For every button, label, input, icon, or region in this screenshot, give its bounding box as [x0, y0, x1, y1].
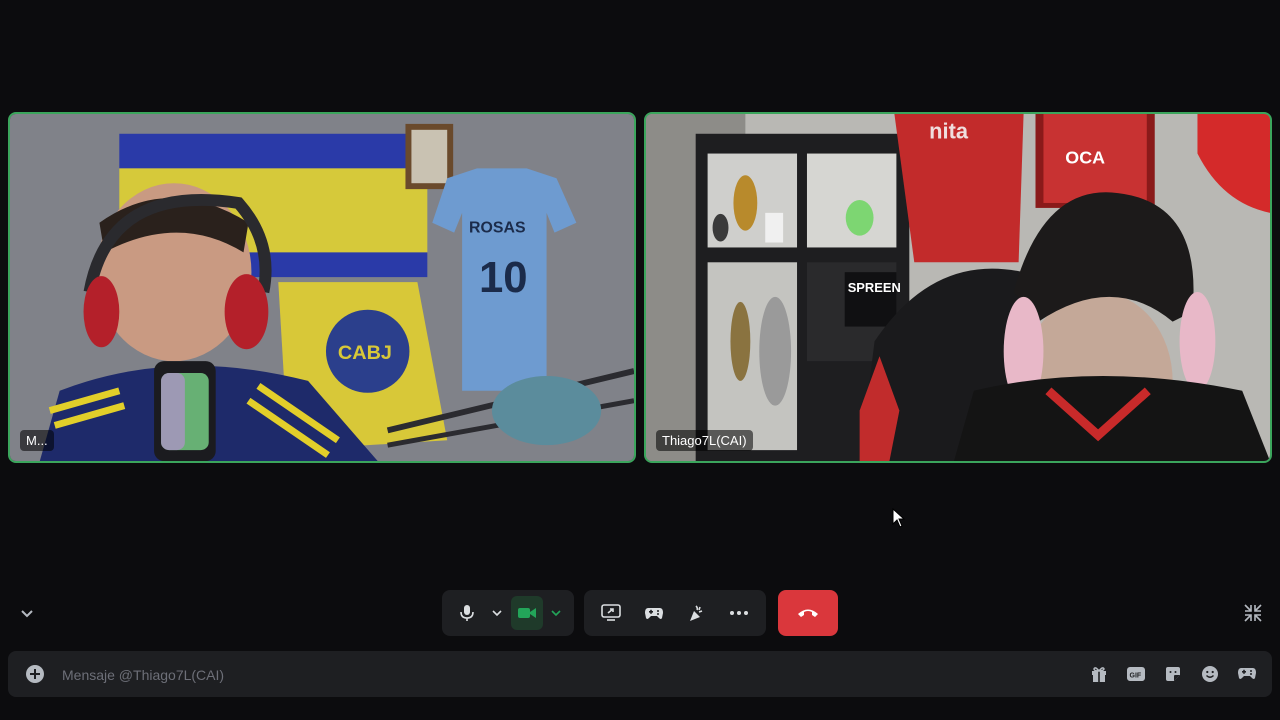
- message-composer: GIF: [8, 651, 1272, 697]
- chevron-down-icon: [21, 610, 33, 618]
- svg-text:CABJ: CABJ: [338, 342, 392, 364]
- activity-controls: [584, 590, 766, 636]
- svg-text:10: 10: [479, 254, 528, 302]
- chevron-down-icon: [551, 610, 561, 617]
- gift-button[interactable]: [1088, 663, 1110, 685]
- mouse-cursor-icon: [892, 508, 906, 528]
- sticker-icon: [1166, 667, 1180, 681]
- gif-icon: GIF: [1127, 667, 1145, 681]
- audio-video-controls: [442, 590, 574, 636]
- soundboard-button[interactable]: [679, 596, 713, 630]
- mute-button[interactable]: [450, 596, 484, 630]
- camera-toggle-button[interactable]: [510, 596, 543, 630]
- gamepad-icon: [644, 608, 663, 619]
- phone-hangup-icon: [798, 609, 818, 617]
- chevron-down-icon: [492, 610, 502, 617]
- emoji-button[interactable]: [1199, 663, 1221, 685]
- plus-circle-icon: [26, 665, 44, 683]
- svg-text:nita: nita: [929, 119, 969, 144]
- more-options-button[interactable]: [722, 596, 756, 630]
- add-attachment-button[interactable]: [24, 663, 46, 685]
- composer-icons: GIF: [1088, 661, 1258, 687]
- more-dots-icon: [729, 611, 748, 615]
- video-settings-dropdown[interactable]: [546, 596, 566, 630]
- video-feed-right: SPREEN nita OCA: [646, 114, 1270, 461]
- video-tile-right[interactable]: SPREEN nita OCA Thiago7L(CAI): [644, 112, 1272, 463]
- video-tile-left[interactable]: ROSAS 10 CABJ M...: [8, 112, 636, 463]
- video-feed-left: ROSAS 10 CABJ: [10, 114, 634, 461]
- svg-text:SPREEN: SPREEN: [848, 280, 901, 295]
- participant-name-tag: M...: [20, 430, 54, 451]
- apps-button[interactable]: [1236, 663, 1258, 685]
- screen-share-icon: [601, 604, 622, 621]
- sticker-button[interactable]: [1162, 663, 1184, 685]
- microphone-icon: [459, 605, 474, 621]
- soundboard-icon: [690, 605, 703, 621]
- svg-text:ROSAS: ROSAS: [469, 220, 525, 237]
- participant-name-tag: Thiago7L(CAI): [656, 430, 753, 451]
- disconnect-button[interactable]: [778, 590, 838, 636]
- screen-share-button[interactable]: [594, 596, 628, 630]
- exit-fullscreen-button[interactable]: [1242, 602, 1264, 624]
- exit-fullscreen-icon: [1244, 604, 1262, 622]
- svg-text:OCA: OCA: [1065, 147, 1105, 167]
- emoji-icon: [1202, 666, 1218, 682]
- gif-button[interactable]: GIF: [1125, 663, 1147, 685]
- audio-settings-dropdown[interactable]: [487, 596, 507, 630]
- gift-icon: [1092, 667, 1106, 682]
- apps-icon: [1238, 668, 1256, 679]
- video-camera-icon: [517, 608, 536, 618]
- activities-button[interactable]: [637, 596, 671, 630]
- message-input[interactable]: [60, 659, 1044, 691]
- svg-text:GIF: GIF: [1130, 673, 1142, 680]
- collapse-call-button[interactable]: [16, 602, 38, 624]
